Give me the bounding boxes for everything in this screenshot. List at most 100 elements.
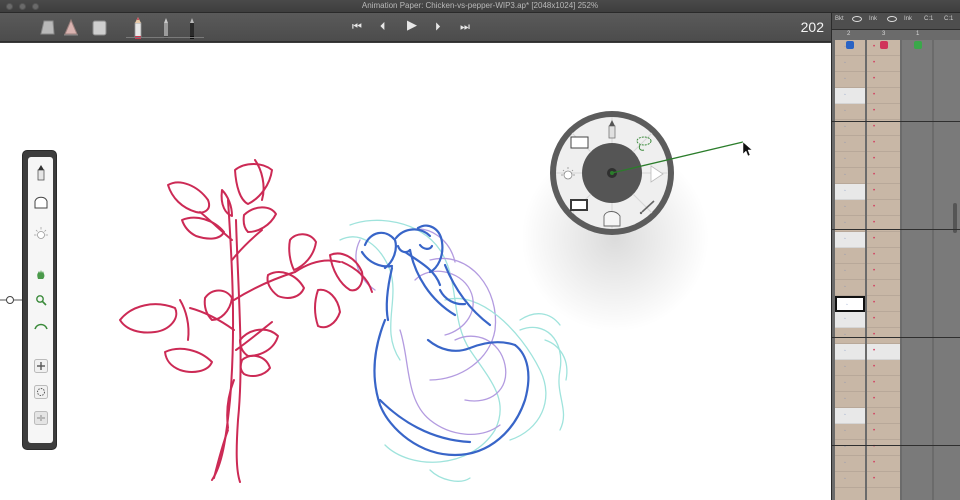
xsheet-cell[interactable]: •: [867, 312, 900, 328]
xsheet-cell[interactable]: ◦: [835, 296, 865, 312]
xsheet-cell[interactable]: •: [867, 120, 900, 136]
section-divider: [832, 121, 960, 122]
main-toolbar: ⏮ ⏴ ▶ ⏵ ⏭ 202: [0, 13, 960, 42]
cell-marker: ◦: [844, 188, 846, 194]
xsheet-cell[interactable]: •: [867, 200, 900, 216]
cell-marker: •: [873, 220, 876, 226]
xsheet-cell[interactable]: •: [867, 328, 900, 344]
cell-marker: •: [873, 188, 876, 194]
xsheet-cell[interactable]: ◦: [835, 312, 865, 328]
cell-marker: ◦: [844, 396, 846, 402]
xsheet-cell[interactable]: ◦: [835, 200, 865, 216]
xsheet-cell[interactable]: ◦: [835, 424, 865, 440]
xsheet-cell[interactable]: •: [867, 152, 900, 168]
xsheet-column-a[interactable]: ◦ ◦ ◦ ◦ ◦ ◦ ◦ ◦ ◦ ◦ ◦ ◦ ◦ ◦ ◦ ◦ ◦ ◦ ◦ ◦ ◦ ◦ ◦ ◦ ◦ ◦ ◦ ◦: [835, 40, 865, 500]
xsheet-cell[interactable]: •: [867, 296, 900, 312]
xsheet-cell[interactable]: ◦: [835, 408, 865, 424]
xsheet-cell[interactable]: ◦: [835, 440, 865, 456]
xsheet-cell[interactable]: •: [867, 280, 900, 296]
xsheet-cell[interactable]: ◦: [835, 360, 865, 376]
palette-dotted-circle-icon[interactable]: [32, 383, 49, 400]
drawing-canvas[interactable]: [0, 43, 831, 500]
cell-marker: ◦: [844, 156, 846, 162]
xsheet-cell[interactable]: ◦: [835, 264, 865, 280]
xsheet-cell[interactable]: •: [867, 456, 900, 472]
xsheet-cell[interactable]: •: [867, 88, 900, 104]
xsheet-cell[interactable]: •: [867, 424, 900, 440]
cell-marker: •: [873, 284, 876, 290]
eraser-wedge-icon[interactable]: [62, 17, 80, 37]
xsheet-cell[interactable]: ◦: [835, 232, 865, 248]
xsheet-cell[interactable]: ◦: [835, 248, 865, 264]
xsheet-cell[interactable]: ◦: [835, 168, 865, 184]
xsheet-cell[interactable]: ◦: [835, 472, 865, 488]
xsheet-cell[interactable]: ◦: [835, 328, 865, 344]
last-frame-button[interactable]: ⏭: [460, 20, 470, 34]
xsheet-cell[interactable]: ◦: [835, 152, 865, 168]
layer-green-icon: [914, 41, 922, 49]
xsheet-column-d[interactable]: [934, 40, 960, 500]
cell-marker: •: [873, 316, 876, 322]
xsheet-cell[interactable]: ◦: [835, 56, 865, 72]
palette-add-icon[interactable]: [32, 357, 49, 374]
xsheet-cell[interactable]: •: [867, 392, 900, 408]
xsheet-column-b[interactable]: • • • • • • • • • • • • • • • • • • • • • • • • • • • •: [867, 40, 900, 500]
xsheet-cell[interactable]: •: [867, 472, 900, 488]
mouse-cursor-icon: [742, 141, 753, 157]
eraser-soft-icon[interactable]: [90, 17, 108, 37]
xsheet-cell[interactable]: ◦: [835, 184, 865, 200]
xsheet-cell[interactable]: ◦: [835, 392, 865, 408]
xsheet-cell[interactable]: •: [867, 264, 900, 280]
cell-marker: •: [873, 300, 876, 306]
xsheet-cell[interactable]: •: [867, 408, 900, 424]
palette-hand-icon[interactable]: [32, 265, 49, 282]
first-frame-button[interactable]: ⏮: [352, 20, 362, 34]
cell-marker: •: [873, 60, 876, 66]
xsheet-cell[interactable]: •: [867, 344, 900, 360]
xsheet-column-c[interactable]: [902, 40, 932, 500]
xsheet-cell[interactable]: ◦: [835, 456, 865, 472]
xsheet-cell[interactable]: •: [867, 360, 900, 376]
column-number: 2: [847, 31, 851, 37]
eye-icon[interactable]: [852, 16, 862, 22]
xsheet-cell[interactable]: •: [867, 56, 900, 72]
cell-marker: ◦: [844, 316, 846, 322]
eraser-block-icon[interactable]: [38, 17, 56, 37]
xsheet-cell[interactable]: •: [867, 136, 900, 152]
cell-marker: •: [873, 460, 876, 466]
xsheet-cell[interactable]: ◦: [835, 72, 865, 88]
cell-marker: •: [873, 108, 876, 114]
palette-frame-icon[interactable]: [32, 409, 49, 426]
xsheet-cell[interactable]: •: [867, 104, 900, 120]
xsheet-cell[interactable]: ◦: [835, 120, 865, 136]
xsheet-cell[interactable]: ◦: [835, 88, 865, 104]
xsheet-cell[interactable]: ◦: [835, 376, 865, 392]
cell-marker: ◦: [844, 412, 846, 418]
cell-marker: ◦: [844, 236, 846, 242]
xsheet-cell[interactable]: •: [867, 72, 900, 88]
palette-pencil-icon[interactable]: [32, 165, 49, 182]
xsheet-cell[interactable]: •: [867, 248, 900, 264]
xsheet-header-label: C:1: [944, 16, 954, 22]
xsheet-cell[interactable]: ◦: [835, 280, 865, 296]
xsheet-cell[interactable]: ◦: [835, 136, 865, 152]
xsheet-cell[interactable]: •: [867, 232, 900, 248]
xsheet-cell[interactable]: ◦: [835, 344, 865, 360]
column-number: 1: [916, 31, 920, 37]
palette-lightbulb-icon[interactable]: [32, 225, 49, 242]
palette-zoom-icon[interactable]: [32, 291, 49, 308]
play-button[interactable]: ▶: [407, 18, 417, 33]
radial-menu[interactable]: [545, 111, 755, 251]
cell-marker: ◦: [844, 460, 846, 466]
xsheet-cell[interactable]: •: [867, 376, 900, 392]
xsheet-cell[interactable]: •: [867, 184, 900, 200]
cell-marker: ◦: [846, 302, 848, 308]
palette-rotate-icon[interactable]: [32, 317, 49, 334]
xsheet-cell[interactable]: ◦: [835, 104, 865, 120]
xsheet-cell[interactable]: •: [867, 440, 900, 456]
eye-icon[interactable]: [887, 16, 897, 22]
palette-eraser-icon[interactable]: [32, 193, 49, 210]
xsheet-cell[interactable]: •: [867, 168, 900, 184]
previous-frame-button[interactable]: ⏴: [380, 20, 386, 34]
next-frame-button[interactable]: ⏵: [435, 20, 441, 34]
